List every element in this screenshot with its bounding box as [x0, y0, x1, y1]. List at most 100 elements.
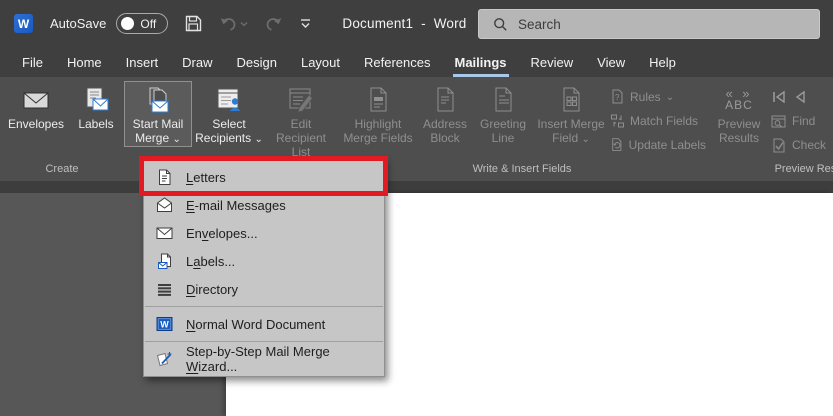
address-block-button[interactable]: Address Block	[416, 81, 474, 145]
check-for-errors-label: Check	[792, 138, 826, 152]
tab-draw[interactable]: Draw	[170, 47, 224, 77]
address-block-icon	[430, 83, 460, 117]
match-fields-icon	[610, 113, 625, 129]
mail-merge-wizard-icon	[156, 351, 173, 368]
envelopes-button[interactable]: Envelopes	[4, 81, 68, 131]
preview-results-label: Preview Results	[710, 117, 768, 145]
menu-item-envelopes[interactable]: Envelopes...	[144, 219, 384, 247]
previous-record-icon[interactable]	[793, 90, 806, 104]
find-recipient-button[interactable]: Find	[771, 109, 826, 133]
word-window: W AutoSave Off Document1 - Word File Hom	[0, 0, 833, 416]
search-input[interactable]	[518, 17, 788, 32]
preview-results-icon: « » ABC	[725, 83, 753, 117]
save-icon	[184, 14, 203, 33]
preview-nav-buttons: Find Check	[771, 81, 826, 157]
word-document-icon: W	[156, 316, 173, 333]
update-labels-button[interactable]: Update Labels	[610, 133, 706, 157]
labels-icon	[81, 83, 111, 117]
word-app-icon[interactable]: W	[14, 14, 33, 33]
group-label-write-insert-fields: Write & Insert Fields	[338, 162, 706, 181]
group-label-create: Create	[4, 162, 120, 181]
redo-button[interactable]	[264, 16, 283, 32]
tab-file[interactable]: File	[10, 47, 55, 77]
svg-text:W: W	[160, 320, 169, 330]
envelope-icon	[21, 83, 51, 117]
chevron-down-icon: ⌄	[172, 134, 180, 145]
match-fields-button[interactable]: Match Fields	[610, 109, 706, 133]
quick-access-toolbar-chevron-icon[interactable]	[299, 19, 312, 29]
search-icon	[493, 17, 508, 32]
document-title: Document1 - Word	[342, 16, 466, 31]
write-insert-small-buttons: ? Rules ⌄ Match Fields Update Labels	[610, 81, 706, 157]
find-recipient-label: Find	[792, 114, 815, 128]
redo-icon	[264, 16, 283, 32]
menu-item-normal-word-document[interactable]: W Normal Word Document	[144, 310, 384, 338]
tab-mailings[interactable]: Mailings	[443, 47, 519, 77]
greeting-line-button[interactable]: Greeting Line	[474, 81, 532, 145]
labels-label: Labels	[78, 117, 113, 131]
group-create: Envelopes Labels Create	[4, 77, 120, 181]
highlight-merge-fields-button[interactable]: Highlight Merge Fields	[340, 81, 416, 145]
envelope-icon	[156, 225, 173, 242]
tab-insert[interactable]: Insert	[114, 47, 171, 77]
select-recipients-label: Select Recipients	[195, 117, 251, 145]
start-mail-merge-button[interactable]: Start Mail Merge ⌄	[124, 81, 192, 147]
select-recipients-button[interactable]: Select Recipients ⌄	[192, 81, 266, 147]
menu-item-step-by-step-wizard[interactable]: Step-by-Step Mail Merge Wizard...	[144, 345, 384, 373]
autosave-toggle[interactable]: Off	[116, 13, 168, 34]
document-canvas	[0, 193, 833, 416]
highlight-merge-fields-label: Highlight Merge Fields	[340, 117, 416, 145]
undo-dropdown-chevron-icon[interactable]	[240, 21, 248, 27]
highlight-box	[139, 156, 388, 196]
insert-merge-field-icon	[556, 83, 586, 117]
autosave-state: Off	[140, 17, 156, 31]
toggle-knob-icon	[121, 17, 134, 30]
highlight-merge-fields-icon	[363, 83, 393, 117]
undo-button[interactable]	[219, 16, 238, 32]
tab-references[interactable]: References	[352, 47, 442, 77]
ribbon-bottom-shadow	[0, 181, 833, 193]
tab-home[interactable]: Home	[55, 47, 114, 77]
insert-merge-field-button[interactable]: Insert Merge Field ⌄	[532, 81, 610, 147]
menu-separator	[145, 341, 383, 342]
tab-view[interactable]: View	[585, 47, 637, 77]
select-recipients-icon	[214, 83, 244, 117]
menu-item-labels[interactable]: Labels...	[144, 247, 384, 275]
envelopes-label: Envelopes	[8, 117, 64, 131]
rules-button[interactable]: ? Rules ⌄	[610, 85, 706, 109]
tab-help[interactable]: Help	[637, 47, 688, 77]
ribbon: Envelopes Labels Create Start Mai	[0, 77, 833, 181]
match-fields-label: Match Fields	[630, 114, 698, 128]
edit-recipient-list-label: Edit Recipient List	[266, 117, 336, 159]
start-mail-merge-icon	[143, 83, 173, 117]
undo-icon	[219, 16, 238, 32]
first-record-icon[interactable]	[771, 90, 787, 104]
preview-results-button[interactable]: « » ABC Preview Results	[710, 81, 768, 145]
chevron-down-icon: ⌄	[254, 134, 262, 145]
greeting-line-icon	[488, 83, 518, 117]
update-labels-label: Update Labels	[629, 138, 706, 152]
check-for-errors-button[interactable]: Check	[771, 133, 826, 157]
word-logo-letter: W	[18, 17, 29, 31]
group-label-preview-results: Preview Results	[708, 162, 833, 181]
directory-list-icon	[156, 281, 173, 298]
tab-design[interactable]: Design	[225, 47, 289, 77]
edit-recipient-list-icon	[286, 83, 316, 117]
insert-merge-field-label: Insert Merge Field	[537, 117, 604, 145]
rules-icon: ?	[610, 89, 625, 105]
greeting-line-label: Greeting Line	[474, 117, 532, 145]
svg-text:?: ?	[615, 93, 620, 102]
chevron-down-icon: ⌄	[581, 134, 589, 145]
update-labels-icon	[610, 137, 624, 153]
save-button[interactable]	[184, 14, 203, 33]
tab-layout[interactable]: Layout	[289, 47, 352, 77]
chevron-down-icon: ⌄	[666, 92, 674, 103]
labels-button[interactable]: Labels	[72, 81, 120, 131]
search-box[interactable]	[478, 9, 820, 39]
tab-review[interactable]: Review	[519, 47, 586, 77]
address-block-label: Address Block	[416, 117, 474, 145]
email-open-envelope-icon	[156, 197, 173, 214]
edit-recipient-list-button[interactable]: Edit Recipient List	[266, 81, 336, 159]
menu-item-directory[interactable]: Directory	[144, 275, 384, 303]
ribbon-tabs: File Home Insert Draw Design Layout Refe…	[0, 47, 833, 77]
